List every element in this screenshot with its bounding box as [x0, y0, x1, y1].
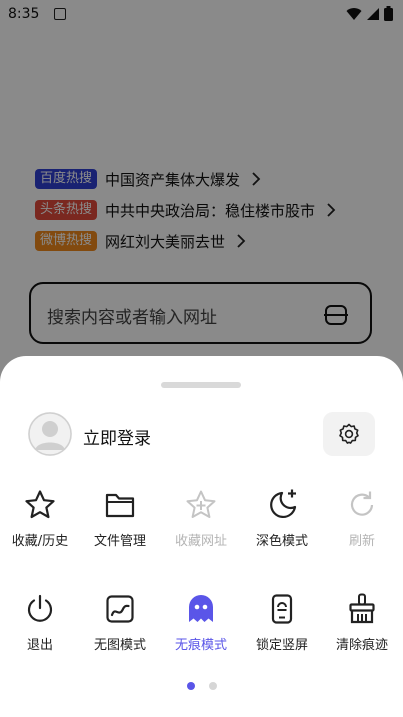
- refresh-button[interactable]: 刷新: [322, 488, 402, 549]
- image-off-icon: [106, 595, 134, 623]
- tile-label: 收藏网址: [174, 534, 227, 549]
- star-plus-icon: [186, 490, 216, 518]
- bookmark-url-button[interactable]: 收藏网址: [161, 488, 241, 549]
- moon-icon: [270, 489, 297, 519]
- broom-icon: [349, 593, 375, 624]
- no-image-mode-button[interactable]: 无图模式: [80, 592, 160, 653]
- dark-mode-button[interactable]: 深色模式: [242, 488, 322, 549]
- tile-label: 文件管理: [93, 534, 146, 549]
- tile-label: 刷新: [348, 534, 375, 549]
- lock-portrait-button[interactable]: 锁定竖屏: [242, 592, 322, 653]
- gear-icon: [339, 423, 359, 444]
- ghost-icon: [189, 595, 213, 622]
- bottom-menu-sheet: 立即登录 收藏/历史 文件管理 收藏网址 深色模式 刷新 退出 无图模式 无痕模…: [0, 356, 403, 717]
- page-dot-1[interactable]: [186, 682, 195, 690]
- folder-icon: [105, 493, 135, 518]
- clear-traces-button[interactable]: 清除痕迹: [322, 592, 402, 653]
- tile-label: 清除痕迹: [335, 638, 388, 653]
- portrait-lock-icon: [271, 594, 293, 624]
- tile-label: 无痕模式: [174, 638, 227, 653]
- tile-label: 锁定竖屏: [255, 638, 308, 653]
- user-avatar-icon: [28, 412, 72, 456]
- page-indicator: [0, 682, 403, 692]
- settings-button[interactable]: [323, 412, 375, 456]
- tile-label: 收藏/历史: [11, 534, 69, 549]
- tile-label: 深色模式: [255, 534, 308, 549]
- avatar[interactable]: [28, 412, 72, 456]
- star-icon: [25, 490, 55, 519]
- tile-label: 无图模式: [93, 638, 146, 653]
- incognito-mode-button[interactable]: 无痕模式: [161, 592, 241, 653]
- refresh-icon: [350, 491, 374, 516]
- login-link[interactable]: 立即登录: [83, 424, 151, 449]
- file-manager-button[interactable]: 文件管理: [80, 488, 160, 549]
- tile-label: 退出: [26, 638, 53, 653]
- drag-handle[interactable]: [161, 382, 241, 388]
- favorites-history-button[interactable]: 收藏/历史: [0, 488, 80, 549]
- exit-button[interactable]: 退出: [0, 592, 80, 653]
- power-icon: [27, 594, 53, 622]
- page-dot-2[interactable]: [208, 682, 217, 690]
